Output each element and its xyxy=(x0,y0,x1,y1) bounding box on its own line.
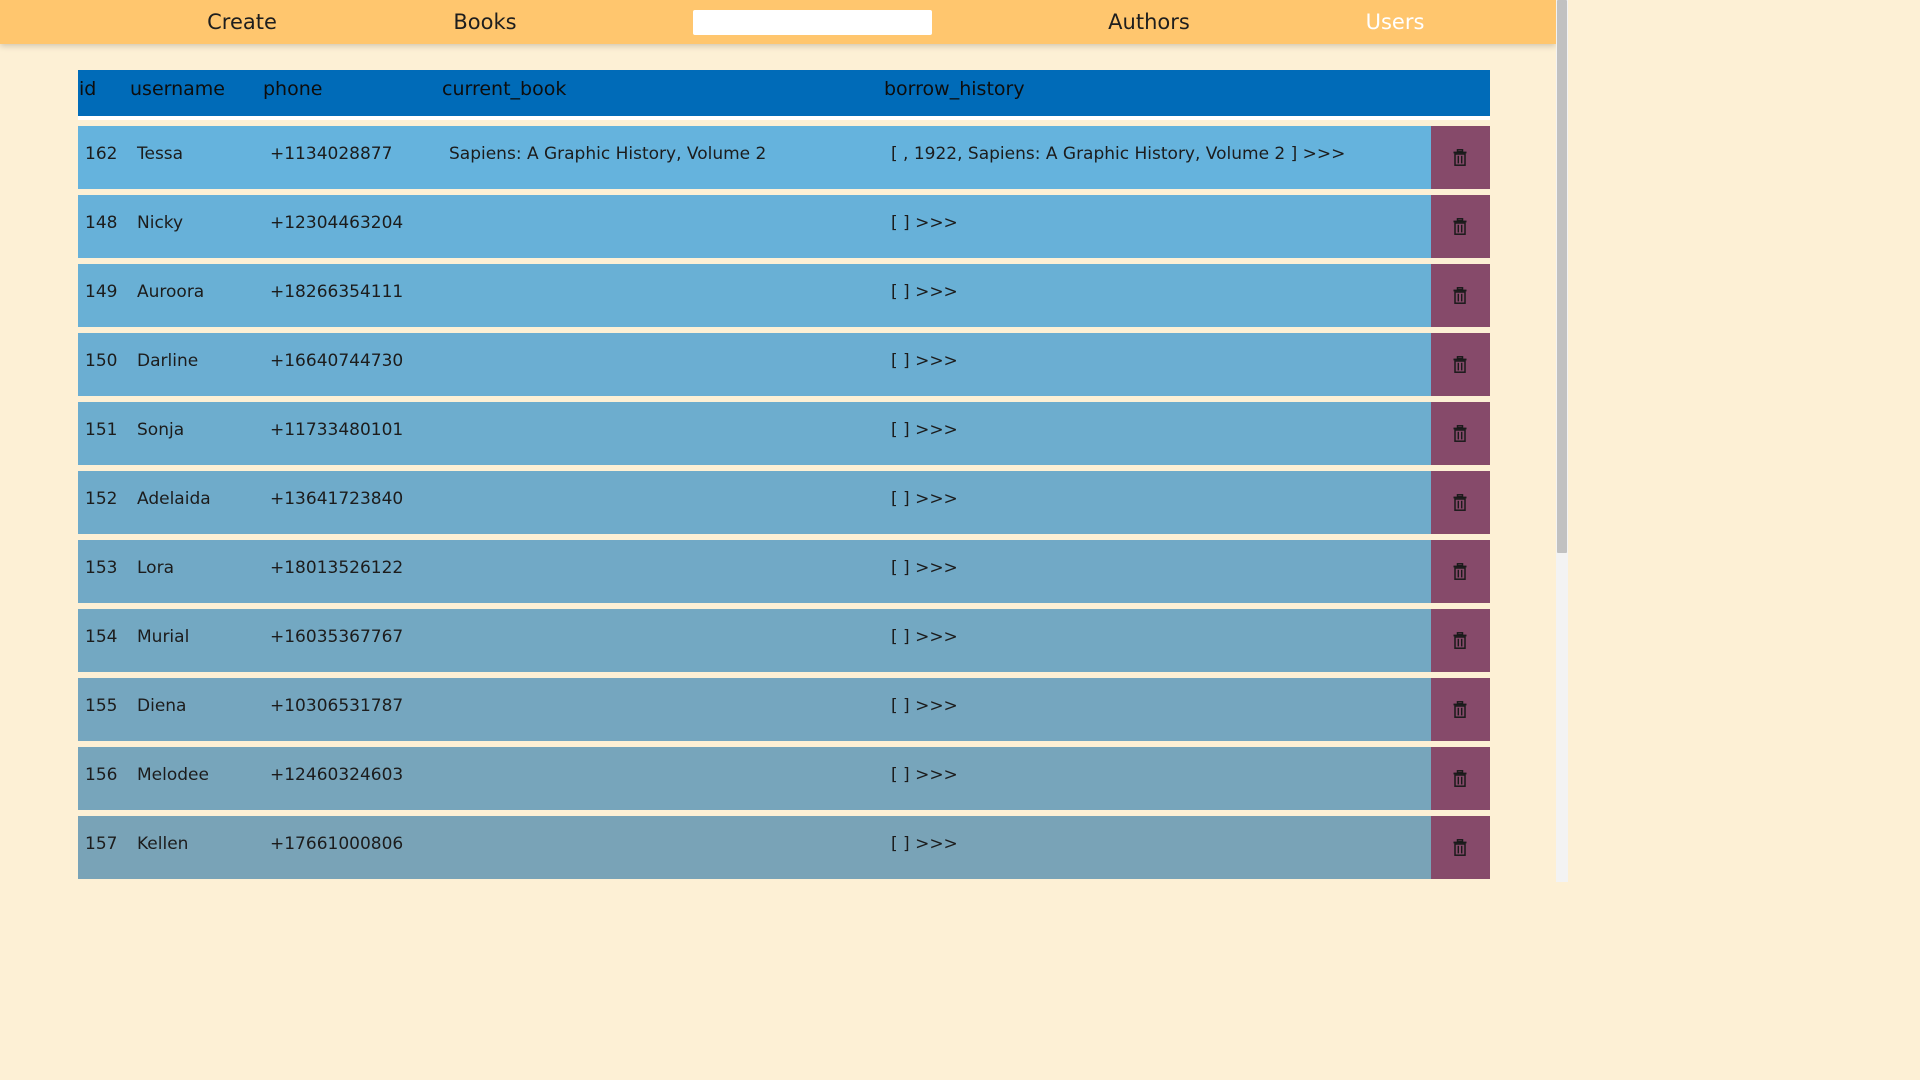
cell-phone: +1134028877 xyxy=(270,144,393,164)
cell-id: 152 xyxy=(85,489,118,509)
cell-username: Kellen xyxy=(137,834,189,854)
cell-borrow-history: [ ] >>> xyxy=(891,420,958,440)
cell-id: 162 xyxy=(85,144,118,164)
cell-current-book: Sapiens: A Graphic History, Volume 2 xyxy=(449,144,767,164)
nav-authors-link[interactable]: Authors xyxy=(1108,0,1190,44)
table-row[interactable]: 162 Tessa +1134028877 Sapiens: A Graphic Hi… xyxy=(78,126,1490,189)
cell-borrow-history: [ , 1922, Sapiens: A Graphic History, Vo… xyxy=(891,144,1346,164)
table-row[interactable]: 155 Diena +10306531787 [ ] >>> xyxy=(78,678,1490,741)
cell-phone: +12460324603 xyxy=(270,765,404,785)
nav-create-link[interactable]: Create xyxy=(207,0,277,44)
trash-icon xyxy=(1453,218,1467,235)
cell-phone: +18013526122 xyxy=(270,558,404,578)
trash-icon xyxy=(1453,149,1467,166)
nav-books-link[interactable]: Books xyxy=(453,0,516,44)
table-body: 162 Tessa +1134028877 Sapiens: A Graphic Hi… xyxy=(78,126,1490,879)
cell-id: 151 xyxy=(85,420,118,440)
cell-borrow-history: [ ] >>> xyxy=(891,627,958,647)
delete-user-button[interactable] xyxy=(1431,333,1490,396)
nav-users-link[interactable]: Users xyxy=(1366,0,1425,44)
trash-icon xyxy=(1453,770,1467,787)
delete-user-button[interactable] xyxy=(1431,609,1490,672)
cell-borrow-history: [ ] >>> xyxy=(891,351,958,371)
trash-icon xyxy=(1453,701,1467,718)
cell-username: Lora xyxy=(137,558,174,578)
cell-id: 155 xyxy=(85,696,118,716)
cell-phone: +17661000806 xyxy=(270,834,404,854)
delete-user-button[interactable] xyxy=(1431,126,1490,189)
cell-borrow-history: [ ] >>> xyxy=(891,696,958,716)
delete-user-button[interactable] xyxy=(1431,402,1490,465)
header-id: id xyxy=(79,78,97,100)
users-table: id username phone current_book borrow_hi… xyxy=(78,70,1490,879)
cell-username: Diena xyxy=(137,696,187,716)
page-scrollbar[interactable] xyxy=(1556,0,1568,882)
delete-user-button[interactable] xyxy=(1431,678,1490,741)
cell-username: Adelaida xyxy=(137,489,211,509)
cell-id: 149 xyxy=(85,282,118,302)
cell-borrow-history: [ ] >>> xyxy=(891,558,958,578)
cell-id: 153 xyxy=(85,558,118,578)
trash-icon xyxy=(1453,632,1467,649)
trash-icon xyxy=(1453,287,1467,304)
table-row[interactable]: 148 Nicky +12304463204 [ ] >>> xyxy=(78,195,1490,258)
header-username: username xyxy=(130,78,225,100)
cell-id: 156 xyxy=(85,765,118,785)
cell-username: Sonja xyxy=(137,420,185,440)
cell-phone: +18266354111 xyxy=(270,282,404,302)
cell-borrow-history: [ ] >>> xyxy=(891,282,958,302)
cell-username: Darline xyxy=(137,351,199,371)
cell-phone: +12304463204 xyxy=(270,213,404,233)
delete-user-button[interactable] xyxy=(1431,471,1490,534)
delete-user-button[interactable] xyxy=(1431,747,1490,810)
delete-user-button[interactable] xyxy=(1431,195,1490,258)
cell-username: Nicky xyxy=(137,213,184,233)
table-header-row: id username phone current_book borrow_hi… xyxy=(78,70,1490,120)
cell-phone: +11733480101 xyxy=(270,420,404,440)
scrollbar-thumb[interactable] xyxy=(1557,0,1567,553)
cell-borrow-history: [ ] >>> xyxy=(891,765,958,785)
table-row[interactable]: 157 Kellen +17661000806 [ ] >>> xyxy=(78,816,1490,879)
delete-user-button[interactable] xyxy=(1431,816,1490,879)
cell-borrow-history: [ ] >>> xyxy=(891,489,958,509)
cell-phone: +10306531787 xyxy=(270,696,404,716)
cell-borrow-history: [ ] >>> xyxy=(891,834,958,854)
delete-user-button[interactable] xyxy=(1431,540,1490,603)
trash-icon xyxy=(1453,356,1467,373)
trash-icon xyxy=(1453,425,1467,442)
trash-icon xyxy=(1453,563,1467,580)
table-row[interactable]: 149 Auroora +18266354111 [ ] >>> xyxy=(78,264,1490,327)
cell-id: 148 xyxy=(85,213,118,233)
top-nav-bar: Create Books Authors Users xyxy=(0,0,1556,44)
header-borrow-history: borrow_history xyxy=(884,78,1025,100)
search-input[interactable] xyxy=(693,10,932,35)
delete-user-button[interactable] xyxy=(1431,264,1490,327)
cell-username: Melodee xyxy=(137,765,209,785)
cell-id: 150 xyxy=(85,351,118,371)
trash-icon xyxy=(1453,839,1467,856)
table-row[interactable]: 150 Darline +16640744730 [ ] >>> xyxy=(78,333,1490,396)
header-current-book: current_book xyxy=(442,78,567,100)
table-row[interactable]: 153 Lora +18013526122 [ ] >>> xyxy=(78,540,1490,603)
cell-borrow-history: [ ] >>> xyxy=(891,213,958,233)
table-row[interactable]: 156 Melodee +12460324603 [ ] >>> xyxy=(78,747,1490,810)
trash-icon xyxy=(1453,494,1467,511)
table-row[interactable]: 154 Murial +16035367767 [ ] >>> xyxy=(78,609,1490,672)
cell-id: 157 xyxy=(85,834,118,854)
cell-phone: +13641723840 xyxy=(270,489,404,509)
cell-id: 154 xyxy=(85,627,118,647)
cell-username: Tessa xyxy=(137,144,184,164)
cell-phone: +16035367767 xyxy=(270,627,404,647)
cell-username: Murial xyxy=(137,627,190,647)
table-row[interactable]: 151 Sonja +11733480101 [ ] >>> xyxy=(78,402,1490,465)
table-row[interactable]: 152 Adelaida +13641723840 [ ] >>> xyxy=(78,471,1490,534)
cell-phone: +16640744730 xyxy=(270,351,404,371)
cell-username: Auroora xyxy=(137,282,205,302)
header-phone: phone xyxy=(263,78,323,100)
